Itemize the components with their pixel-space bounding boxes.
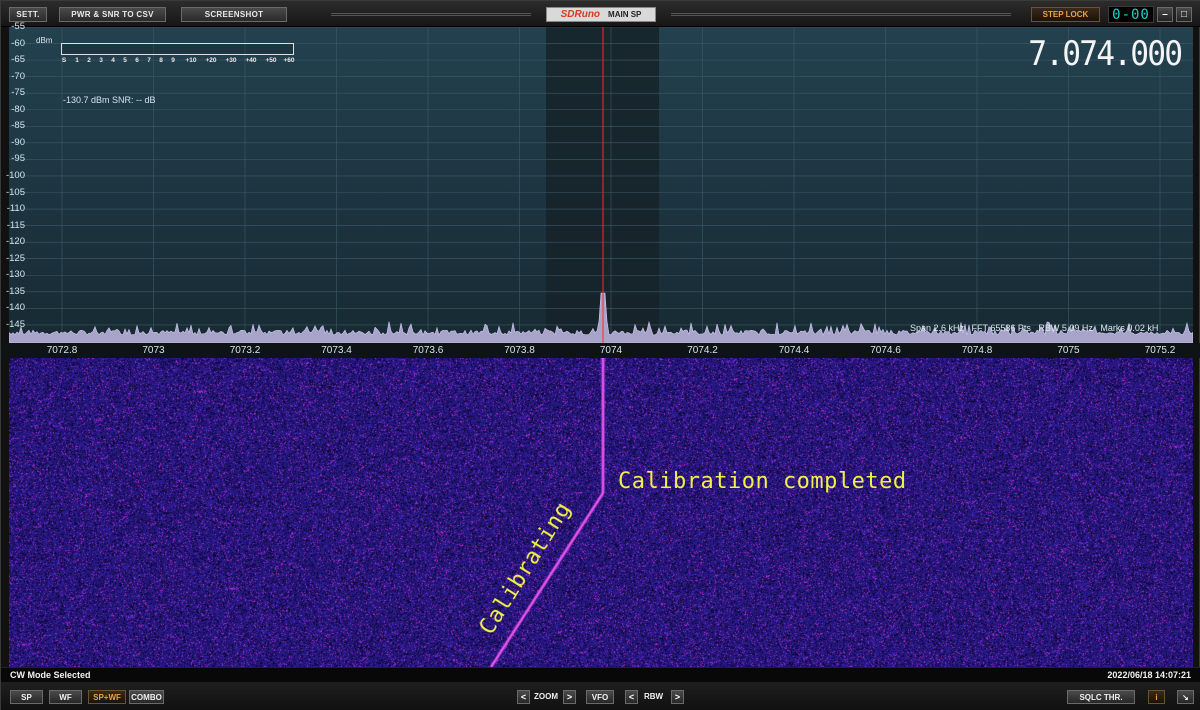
sdruno-main-sp-window: SETT. PWR & SNR TO CSV SCREENSHOT SDRuno…: [0, 0, 1200, 710]
x-tick-label: 7075.2: [1144, 345, 1176, 356]
maximize-icon[interactable]: □: [1176, 7, 1192, 22]
power-snr-readout: -130.7 dBm SNR: -- dB: [63, 95, 156, 105]
window-title[interactable]: SDRuno MAIN SP: [546, 7, 656, 22]
x-tick-label: 7073.6: [412, 345, 444, 356]
rbw-up-arrow-icon[interactable]: >: [671, 690, 684, 704]
settings-button[interactable]: SETT.: [9, 7, 47, 22]
minimize-icon[interactable]: –: [1157, 7, 1173, 22]
spectrum-display[interactable]: [9, 27, 1193, 343]
s-meter-tick: +40: [245, 57, 257, 64]
step-lock-button[interactable]: STEP LOCK: [1031, 7, 1100, 22]
x-tick-label: 7072.8: [46, 345, 78, 356]
window-name: MAIN SP: [608, 10, 642, 19]
y-tick-label: -75: [11, 87, 25, 99]
x-tick-label: 7073.2: [229, 345, 261, 356]
frequency-axis[interactable]: 7072.8 7073 7073.2 7073.4 7073.6 7073.8 7074 70…: [1, 343, 1200, 358]
sp-mode-button[interactable]: SP: [10, 690, 43, 704]
sqlc-threshold-button[interactable]: SQLC THR.: [1067, 690, 1135, 704]
top-toolbar: SETT. PWR & SNR TO CSV SCREENSHOT SDRuno…: [1, 1, 1200, 27]
zoom-label: ZOOM: [534, 692, 558, 701]
waterfall-display[interactable]: [9, 358, 1193, 667]
y-tick-label: -130: [5, 269, 25, 281]
x-tick-label: 7074.4: [778, 345, 810, 356]
vfo-button[interactable]: VFO: [586, 690, 614, 704]
x-tick-label: 7075: [1057, 345, 1080, 356]
s-meter-tick: 6: [135, 57, 139, 64]
frequency-display[interactable]: 7.074.000: [1028, 34, 1183, 74]
x-tick-label: 7073: [142, 345, 165, 356]
s-meter-tick: 9: [171, 57, 175, 64]
datetime-text: 2022/06/18 14:07:21: [1107, 670, 1191, 680]
info-icon[interactable]: i: [1148, 690, 1165, 704]
dbm-unit-label: dBm: [36, 36, 53, 45]
s-meter-tick: +10: [185, 57, 197, 64]
s-meter-tick: 8: [159, 57, 163, 64]
s-meter-tick: 1: [75, 57, 79, 64]
y-tick-label: -100: [5, 169, 25, 181]
zoom-in-arrow-icon[interactable]: >: [563, 690, 576, 704]
s-meter-tick: S: [61, 57, 67, 64]
y-tick-label: -145: [5, 318, 25, 330]
y-tick-label: -90: [11, 136, 25, 148]
x-tick-label: 7074.6: [870, 345, 901, 356]
zoom-out-arrow-icon[interactable]: <: [517, 690, 530, 704]
s-meter-tick: 2: [87, 57, 91, 64]
y-axis-ticks: -55 -60 -65 -70 -75 -80 -85 -90 -95 -100 -105 -110 -…: [0, 21, 35, 343]
title-grip-left[interactable]: [331, 13, 531, 16]
x-tick-label: 7073.4: [321, 345, 352, 356]
title-grip-right[interactable]: [671, 13, 1011, 16]
y-tick-label: -60: [11, 37, 25, 49]
y-tick-label: -125: [5, 252, 25, 264]
y-tick-label: -135: [5, 285, 25, 297]
s-meter-tick: 5: [123, 57, 127, 64]
resize-grip-icon[interactable]: ↘: [1177, 690, 1194, 704]
y-tick-label: -80: [11, 103, 25, 115]
s-meter-tick: 4: [111, 57, 115, 64]
s-meter-tick: +20: [205, 57, 217, 64]
x-tick-label: 7074.8: [961, 345, 993, 356]
y-tick-label: -110: [6, 203, 25, 215]
clock-display: 0-00: [1108, 6, 1154, 23]
y-tick-label: -120: [5, 236, 25, 248]
y-tick-label: -85: [11, 120, 25, 132]
y-tick-label: -70: [11, 70, 25, 82]
mode-status-text: CW Mode Selected: [10, 670, 91, 680]
s-meter-tick: +60: [283, 57, 295, 64]
s-meter-tick: 7: [147, 57, 151, 64]
y-tick-label: -105: [5, 186, 25, 198]
y-tick-label: -95: [11, 153, 25, 165]
calibration-completed-annotation: Calibration completed: [618, 469, 907, 494]
s-meter-tick: +30: [225, 57, 237, 64]
y-tick-label: -140: [5, 302, 25, 314]
x-tick-label: 7073.8: [504, 345, 535, 356]
rbw-label: RBW: [644, 692, 664, 701]
s-meter-bar: [61, 43, 294, 55]
x-tick-label: 7074.2: [687, 345, 718, 356]
y-tick-label: -65: [11, 54, 25, 66]
rbw-down-arrow-icon[interactable]: <: [625, 690, 638, 704]
bottom-toolbar: SP WF SP+WF COMBO < ZOOM > VFO < RBW > S…: [1, 682, 1200, 710]
sdruno-logo: SDRuno: [560, 9, 601, 20]
combo-mode-button[interactable]: COMBO: [129, 690, 164, 704]
wf-mode-button[interactable]: WF: [49, 690, 82, 704]
screenshot-button[interactable]: SCREENSHOT: [181, 7, 287, 22]
status-bar: CW Mode Selected 2022/06/18 14:07:21: [1, 667, 1200, 682]
span-fft-info: Span 2.6 kHz FFT 65536 Pts RBW 5.09 Hz M…: [910, 323, 1159, 333]
y-tick-label: -55: [11, 21, 25, 32]
s-meter-tick: +50: [265, 57, 277, 64]
sp-wf-mode-button[interactable]: SP+WF: [88, 690, 126, 704]
s-meter-scale: S 1 2 3 4 5 6 7 8 9 +10 +20 +30 +40 +50 +60: [61, 57, 301, 67]
x-tick-label: 7074: [599, 345, 623, 356]
s-meter-tick: 3: [99, 57, 103, 64]
pwr-snr-to-csv-button[interactable]: PWR & SNR TO CSV: [59, 7, 166, 22]
y-tick-label: -115: [6, 219, 25, 231]
